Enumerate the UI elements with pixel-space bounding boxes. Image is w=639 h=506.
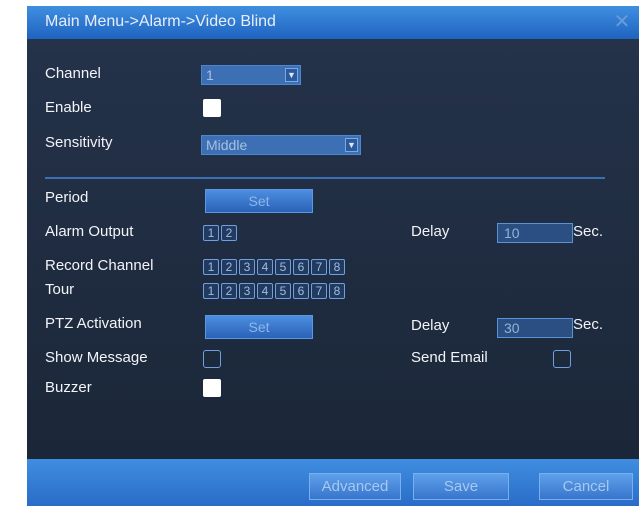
settings-panel: Channel 1 ▼ Enable Sensitivity Middle ▼ … [27,39,639,459]
record-channel-5[interactable]: 5 [275,259,291,275]
record-channel-1[interactable]: 1 [203,259,219,275]
send-email-label: Send Email [411,349,488,366]
alarm-delay-label: Delay [411,223,450,240]
record-channel-7[interactable]: 7 [311,259,327,275]
sensitivity-select[interactable]: Middle ▼ [201,135,361,155]
tour-toggles: 12345678 [203,282,347,300]
advanced-button[interactable]: Advanced [309,473,401,500]
save-button[interactable]: Save [413,473,509,500]
ptz-delay-input[interactable]: 30 [497,318,573,338]
video-blind-dialog: Main Menu->Alarm->Video Blind ✕ Channel … [27,6,639,506]
record-channel-8[interactable]: 8 [329,259,345,275]
enable-checkbox[interactable] [203,99,221,117]
record-channel-6[interactable]: 6 [293,259,309,275]
alarm-output-toggles: 12 [203,224,239,242]
tour-2[interactable]: 2 [221,283,237,299]
alarm-output-label: Alarm Output [45,223,134,240]
tour-3[interactable]: 3 [239,283,255,299]
sensitivity-label: Sensitivity [45,134,113,151]
chevron-down-icon: ▼ [345,138,358,152]
buzzer-checkbox[interactable] [203,379,221,397]
ptz-activation-label: PTZ Activation [45,315,142,332]
channel-select[interactable]: 1 ▼ [201,65,301,85]
tour-8[interactable]: 8 [329,283,345,299]
send-email-checkbox[interactable] [553,350,571,368]
channel-label: Channel [45,65,101,82]
ptz-delay-label: Delay [411,317,450,334]
cancel-button[interactable]: Cancel [539,473,633,500]
close-icon[interactable]: ✕ [611,11,633,33]
ptz-delay-unit: Sec. [573,316,604,333]
record-channel-label: Record Channel [45,257,154,274]
enable-label: Enable [45,99,92,116]
record-channel-4[interactable]: 4 [257,259,273,275]
chevron-down-icon: ▼ [285,68,298,82]
period-set-button[interactable]: Set [205,189,313,213]
period-label: Period [45,189,89,206]
alarm-delay-unit: Sec. [573,223,604,240]
ptz-set-button[interactable]: Set [205,315,313,339]
record-channel-2[interactable]: 2 [221,259,237,275]
title-bar: Main Menu->Alarm->Video Blind ✕ [27,6,639,39]
tour-5[interactable]: 5 [275,283,291,299]
alarm-output-1[interactable]: 1 [203,225,219,241]
alarm-output-2[interactable]: 2 [221,225,237,241]
tour-4[interactable]: 4 [257,283,273,299]
footer-bar: Advanced Save Cancel [27,459,639,506]
tour-6[interactable]: 6 [293,283,309,299]
show-message-checkbox[interactable] [203,350,221,368]
alarm-delay-input[interactable]: 10 [497,223,573,243]
section-divider [45,177,605,179]
record-channel-toggles: 12345678 [203,258,347,276]
window-title: Main Menu->Alarm->Video Blind [45,13,276,30]
sensitivity-value: Middle [206,137,248,153]
tour-label: Tour [45,281,75,298]
tour-7[interactable]: 7 [311,283,327,299]
record-channel-3[interactable]: 3 [239,259,255,275]
buzzer-label: Buzzer [45,379,92,396]
show-message-label: Show Message [45,349,148,366]
channel-value: 1 [206,67,214,83]
tour-1[interactable]: 1 [203,283,219,299]
